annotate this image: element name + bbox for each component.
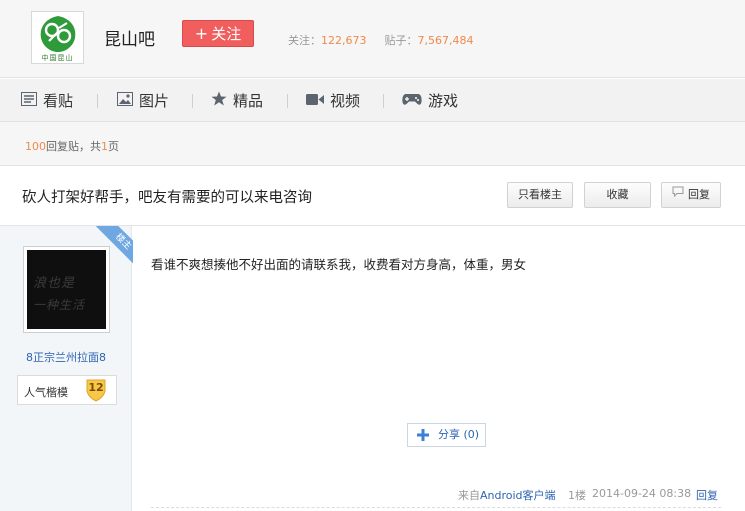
source-client-link[interactable]: Android客户端 [480, 489, 556, 502]
floor-number: 1楼 [568, 489, 586, 502]
tieba-thread-page: 中国昆山 昆山吧 + 关注 关注：122,673 贴子：7,567,484 看贴 图… [0, 0, 745, 511]
forum-header: 中国昆山 昆山吧 + 关注 关注：122,673 贴子：7,567,484 [0, 0, 745, 78]
level-badge: 12 [85, 378, 107, 402]
avatar-text-line: 浪也是 [33, 276, 76, 291]
page-suffix: 页 [108, 140, 119, 153]
tab-divider [97, 94, 98, 108]
comment-icon [672, 182, 684, 206]
tab-label: 看贴 [43, 92, 74, 110]
tab-images[interactable]: 图片 [117, 79, 169, 122]
favorite-button[interactable]: 收藏 [584, 182, 651, 208]
post-source: 来自Android客户端 [458, 487, 556, 503]
share-button[interactable]: 分享 (0) [407, 423, 486, 447]
forum-name[interactable]: 昆山吧 [104, 25, 155, 50]
tab-divider [192, 94, 193, 108]
rank-badge[interactable]: 人气楷模 12 [17, 375, 117, 405]
post-content: 看谁不爽想揍他不好出面的请联系我，收费看对方身高，体重，男女 [151, 257, 527, 272]
tab-divider [383, 94, 384, 108]
plus-icon: + [194, 24, 209, 43]
logo-caption: 中国昆山 [41, 54, 74, 62]
image-icon [117, 91, 133, 110]
leaf-logo-icon [40, 16, 76, 52]
posts-stat-label: 贴子： [384, 34, 418, 47]
share-label: 分享 [438, 428, 460, 441]
reply-button[interactable]: 回复 [661, 182, 721, 208]
avatar-image: 浪也是 一种生活 [27, 250, 106, 329]
tab-posts[interactable]: 看贴 [21, 79, 73, 122]
reply-count: 100回复贴，共1页 [25, 138, 119, 154]
only-author-button[interactable]: 只看楼主 [507, 182, 573, 208]
plus-share-icon [417, 429, 429, 441]
tab-label: 精品 [233, 92, 264, 110]
post-reply-link[interactable]: 回复 [696, 487, 718, 503]
level-number: 12 [88, 381, 104, 394]
rank-title: 人气楷模 [24, 386, 68, 399]
gamepad-icon [402, 92, 422, 110]
follow-label: 关注 [211, 25, 242, 43]
avatar[interactable]: 浪也是 一种生活 [23, 246, 110, 333]
follow-button[interactable]: + 关注 [182, 20, 254, 47]
tab-featured[interactable]: 精品 [211, 79, 263, 122]
forum-stats: 关注：122,673 贴子：7,567,484 [288, 32, 491, 48]
reply-count-bar: 100回复贴，共1页 [0, 122, 745, 166]
reply-label: 回复 [688, 188, 710, 201]
share-count: (0) [463, 428, 480, 441]
follow-count: 122,673 [321, 34, 367, 47]
post-divider [151, 507, 721, 508]
forum-logo[interactable]: 中国昆山 [31, 11, 84, 64]
video-icon [306, 92, 324, 110]
forum-tabs: 看贴 图片 精品 视频 游戏 [0, 79, 745, 122]
list-icon [21, 91, 37, 110]
tab-label: 视频 [330, 92, 361, 110]
tab-games[interactable]: 游戏 [402, 79, 458, 122]
tab-label: 游戏 [428, 92, 459, 110]
page-number: 1 [101, 140, 108, 153]
reply-count-text: 回复贴，共 [46, 140, 101, 153]
follow-stat-label: 关注： [288, 34, 321, 47]
thread-title: 砍人打架好帮手，吧友有需要的可以来电咨询 [22, 190, 312, 206]
tab-label: 图片 [139, 92, 170, 110]
avatar-text-line: 一种生活 [33, 298, 86, 312]
posts-count: 7,567,484 [417, 34, 474, 47]
author-name[interactable]: 8正宗兰州拉面8 [0, 349, 132, 365]
tab-video[interactable]: 视频 [306, 79, 360, 122]
post-timestamp: 2014-09-24 08:38 [592, 487, 692, 500]
tab-divider [287, 94, 288, 108]
source-prefix: 来自 [458, 489, 480, 502]
reply-number: 100 [25, 140, 46, 153]
star-icon [211, 91, 227, 110]
